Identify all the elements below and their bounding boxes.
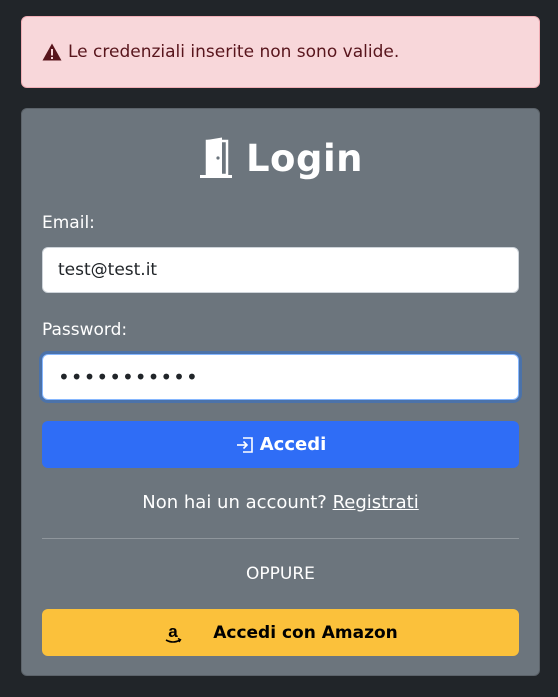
divider-text: OPPURE — [246, 564, 315, 584]
email-label: Email: — [42, 213, 95, 233]
warning-triangle-icon — [42, 43, 62, 61]
amazon-button-label: Accedi con Amazon — [213, 622, 398, 643]
door-icon — [199, 137, 232, 178]
page-title: Login — [245, 136, 363, 180]
login-title: Login — [22, 133, 539, 183]
error-message: Le credenziali inserite non sono valide. — [68, 42, 400, 62]
amazon-icon: a — [163, 622, 183, 643]
email-field[interactable]: test@test.it — [42, 247, 519, 293]
password-value: ••••••••••• — [58, 365, 199, 389]
login-button-label: Accedi — [259, 434, 327, 455]
login-button[interactable]: Accedi — [42, 421, 519, 468]
login-card: Login Email: test@test.it Password: ••••… — [21, 108, 540, 676]
svg-text:a: a — [168, 623, 178, 641]
divider — [42, 538, 519, 539]
box-arrow-in-right-icon — [236, 436, 253, 453]
register-link[interactable]: Registrati — [333, 492, 419, 513]
amazon-login-button[interactable]: a Accedi con Amazon — [42, 609, 519, 656]
error-alert: Le credenziali inserite non sono valide. — [21, 16, 540, 88]
password-label: Password: — [42, 320, 128, 340]
password-field[interactable]: ••••••••••• — [42, 354, 519, 400]
email-value: test@test.it — [58, 260, 158, 280]
register-prompt-text: Non hai un account? — [142, 492, 327, 513]
register-prompt: Non hai un account? Registrati — [22, 492, 539, 513]
